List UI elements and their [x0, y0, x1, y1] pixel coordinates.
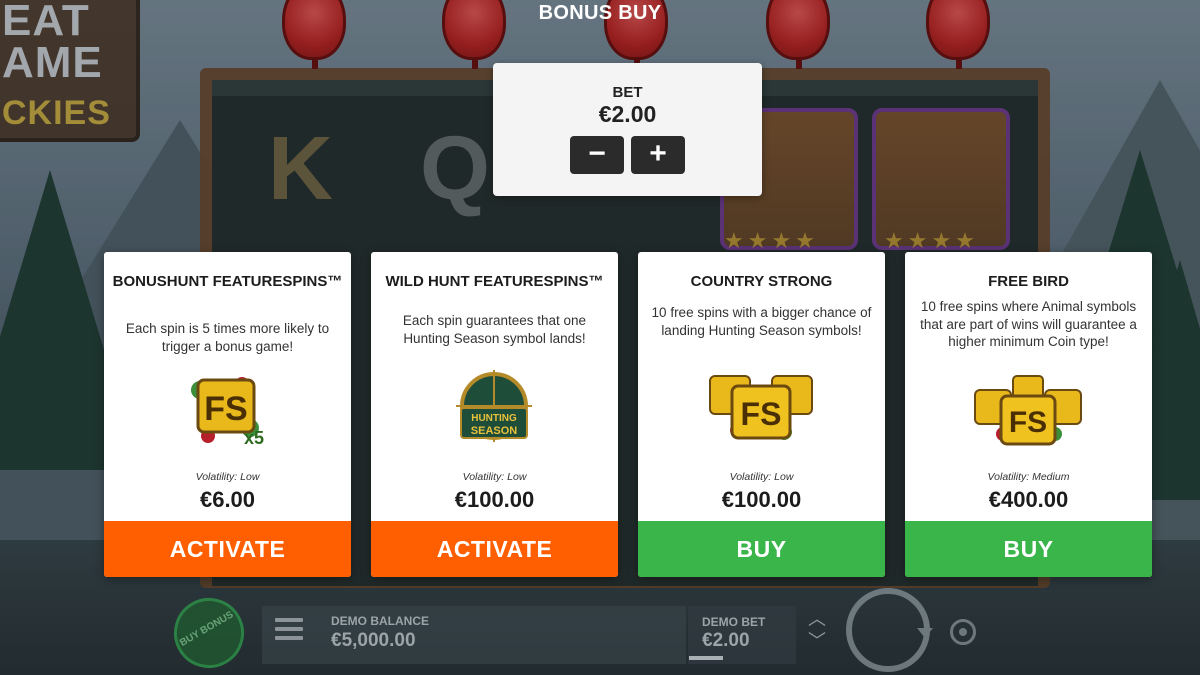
- page-title: BONUS BUY: [538, 2, 662, 24]
- card-description: 10 free spins where Animal symbols that …: [920, 299, 1137, 349]
- bet-arrows[interactable]: ︿ ﹀: [803, 608, 831, 652]
- spin-button[interactable]: [846, 588, 933, 672]
- bonus-card-wild-hunt: WILD HUNT FEATURESPINS™ Each spin guaran…: [371, 252, 618, 577]
- card-description: Each spin is 5 times more likely to trig…: [125, 321, 330, 354]
- activate-button[interactable]: ACTIVATE: [371, 521, 618, 577]
- svg-text:x5: x5: [244, 428, 264, 448]
- chevron-down-icon[interactable]: ﹀: [803, 630, 831, 652]
- minus-icon: −: [588, 137, 606, 170]
- buy-button[interactable]: BUY: [638, 521, 885, 577]
- fs-stack-icon: FS: [905, 370, 1152, 450]
- bet-label: BET: [612, 84, 643, 101]
- card-price: €100.00: [721, 487, 802, 512]
- svg-text:HUNTING: HUNTING: [471, 413, 517, 424]
- card-description: 10 free spins with a bigger chance of la…: [651, 305, 872, 338]
- bet-panel: BET €2.00 − +: [493, 63, 762, 196]
- svg-text:FS: FS: [1009, 406, 1047, 439]
- card-volatility: Volatility: Low: [729, 471, 794, 483]
- increase-bet-button[interactable]: +: [631, 136, 685, 174]
- card-volatility: Volatility: Low: [462, 471, 527, 483]
- decrease-bet-button[interactable]: −: [570, 136, 624, 174]
- card-description: Each spin guarantees that one Hunting Se…: [402, 313, 587, 346]
- menu-icon[interactable]: [275, 618, 303, 642]
- fs-x5-icon: FS x5: [104, 370, 351, 450]
- balance-value: €5,000.00: [331, 630, 416, 651]
- hunting-season-icon: HUNTING SEASON: [371, 370, 618, 450]
- card-price: €6.00: [199, 487, 256, 512]
- card-title: BONUSHUNT FEATURESPINS™: [112, 273, 343, 290]
- plus-icon: +: [649, 137, 667, 170]
- chevron-up-icon[interactable]: ︿: [803, 608, 831, 630]
- demo-bet-label: DEMO BET: [702, 615, 766, 629]
- bonus-card-bonushunt: BONUSHUNT FEATURESPINS™ Each spin is 5 t…: [104, 252, 351, 577]
- activate-button[interactable]: ACTIVATE: [104, 521, 351, 577]
- card-title: WILD HUNT FEATURESPINS™: [385, 273, 604, 290]
- bet-value: €2.00: [598, 101, 657, 127]
- card-title: COUNTRY STRONG: [690, 273, 833, 290]
- balance-label: DEMO BALANCE: [331, 614, 429, 628]
- autoplay-icon[interactable]: [950, 619, 976, 645]
- buy-button[interactable]: BUY: [905, 521, 1152, 577]
- demo-bet-value: €2.00: [702, 630, 750, 651]
- card-volatility: Volatility: Medium: [987, 471, 1070, 483]
- bonus-card-country-strong: COUNTRY STRONG 10 free spins with a bigg…: [638, 252, 885, 577]
- bonus-card-free-bird: FREE BIRD 10 free spins where Animal sym…: [905, 252, 1152, 577]
- balance-panel: [262, 606, 686, 664]
- card-price: €400.00: [988, 487, 1069, 512]
- card-price: €100.00: [454, 487, 535, 512]
- card-title: FREE BIRD: [988, 273, 1069, 290]
- fs-stack-icon: FS: [638, 370, 885, 450]
- svg-text:FS: FS: [741, 396, 782, 432]
- bet-level-indicator: [689, 656, 723, 660]
- svg-text:SEASON: SEASON: [471, 425, 518, 437]
- card-volatility: Volatility: Low: [195, 471, 260, 483]
- svg-text:FS: FS: [204, 390, 247, 428]
